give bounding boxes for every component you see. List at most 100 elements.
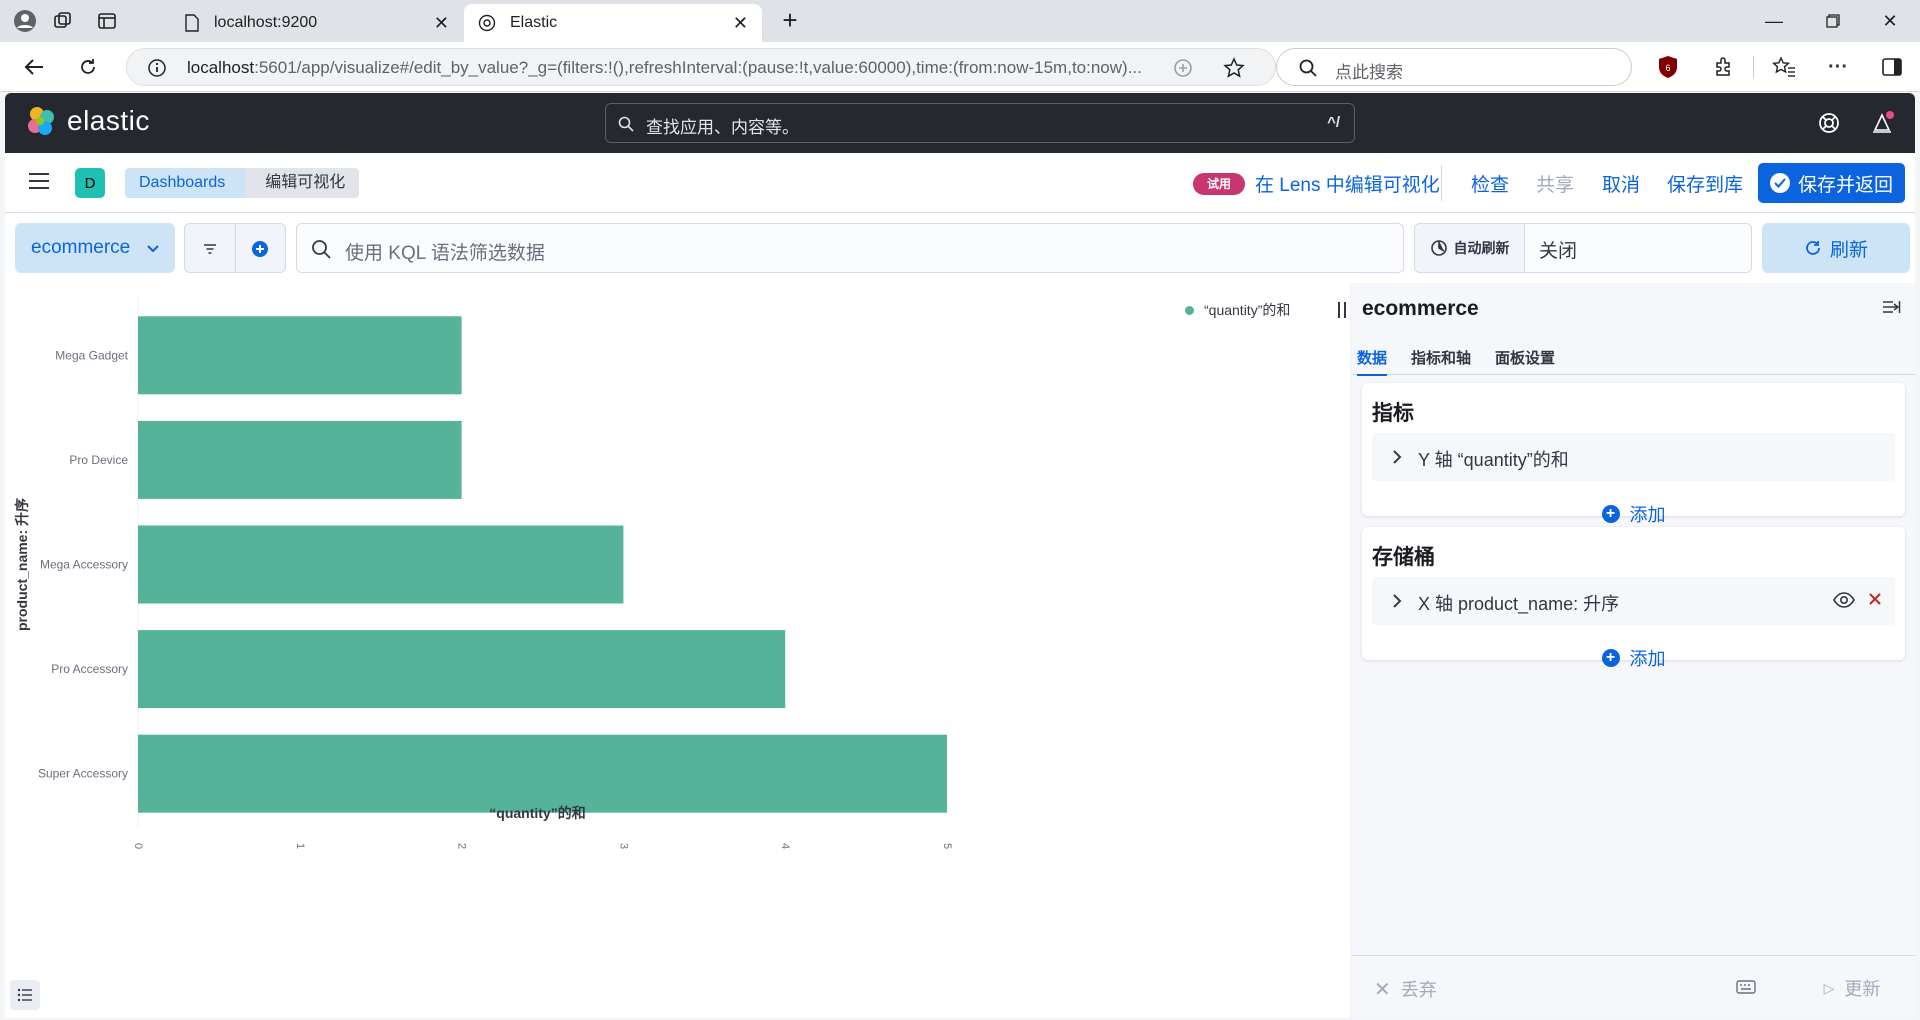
add-metric-button[interactable]: + 添加 <box>1362 501 1905 527</box>
remove-icon[interactable] <box>1867 591 1883 607</box>
resize-handle[interactable] <box>1338 302 1346 318</box>
refresh-icon <box>1806 241 1820 255</box>
save-to-library-link[interactable]: 保存到库 <box>1667 170 1743 197</box>
update-label: 更新 <box>1844 979 1881 999</box>
tab-panel-settings[interactable]: 面板设置 <box>1495 347 1555 374</box>
reload-icon[interactable] <box>70 50 106 84</box>
browser-tab-strip: localhost:9200 ✕ Elastic ✕ + — ✕ <box>0 0 1920 42</box>
breadcrumb-dashboards[interactable]: Dashboards <box>125 168 246 198</box>
close-window-icon[interactable]: ✕ <box>1860 0 1920 42</box>
y-tick-label: Pro Accessory <box>51 662 128 676</box>
play-icon: ▷ <box>1823 979 1835 996</box>
y-tick-label: Mega Gadget <box>55 348 128 362</box>
minimize-icon[interactable]: — <box>1744 0 1804 42</box>
data-view-picker[interactable]: ecommerce <box>15 223 175 273</box>
auto-refresh-control[interactable]: 自动刷新 关闭 <box>1414 223 1752 273</box>
translate-icon[interactable] <box>1173 58 1193 78</box>
bucket-label: X 轴 product_name: 升序 <box>1418 594 1620 614</box>
bar[interactable] <box>138 525 624 604</box>
filter-menu-icon[interactable] <box>198 237 222 261</box>
cancel-link[interactable]: 取消 <box>1602 170 1640 197</box>
favorite-star-icon[interactable] <box>1223 57 1245 79</box>
back-icon[interactable] <box>16 50 52 84</box>
tab-elastic[interactable]: Elastic ✕ <box>464 4 762 42</box>
tab-localhost-9200[interactable]: localhost:9200 ✕ <box>170 4 463 42</box>
add-filter-icon[interactable] <box>248 237 272 261</box>
kibana-header: elastic 查找应用、内容等。 ^/ <box>5 93 1915 153</box>
restore-icon[interactable] <box>1803 0 1863 42</box>
workspaces-icon[interactable] <box>48 6 78 36</box>
ublock-shield-icon[interactable]: 6 <box>1654 53 1682 81</box>
close-tab-icon[interactable]: ✕ <box>733 13 748 34</box>
keyboard-icon[interactable] <box>1736 980 1756 994</box>
update-button[interactable]: ▷ 更新 <box>1802 968 1902 1008</box>
elastic-logo[interactable]: elastic <box>25 105 150 137</box>
site-info-icon[interactable] <box>147 58 167 78</box>
bucket-x-axis-row[interactable]: X 轴 product_name: 升序 <box>1372 577 1895 625</box>
auto-refresh-value: 关闭 <box>1539 241 1578 262</box>
x-tick-label: 4 <box>779 843 791 849</box>
new-tab-button[interactable]: + <box>772 6 808 36</box>
auto-refresh-toggle[interactable]: 自动刷新 <box>1415 224 1525 272</box>
hamburger-menu-icon[interactable] <box>27 171 53 195</box>
tab-metrics-and-axes[interactable]: 指标和轴 <box>1411 347 1471 374</box>
keyboard-shortcut: ^/ <box>1327 114 1340 131</box>
search-icon <box>1299 59 1317 77</box>
search-placeholder: 点此搜索 <box>1335 63 1403 82</box>
space-avatar[interactable]: D <box>75 168 105 198</box>
bar[interactable] <box>138 630 786 709</box>
collapse-sidebar-icon[interactable] <box>1881 299 1901 315</box>
chevron-right-icon[interactable] <box>1390 449 1404 465</box>
help-icon[interactable] <box>1815 109 1843 137</box>
refresh-button[interactable]: 刷新 <box>1762 223 1910 273</box>
elastic-cluster-icon <box>28 107 54 135</box>
tab-data[interactable]: 数据 <box>1357 347 1388 376</box>
browser-search-input[interactable]: 点此搜索 <box>1276 48 1632 86</box>
inspect-link[interactable]: 检查 <box>1471 170 1509 197</box>
metrics-card: 指标 Y 轴 “quantity”的和 + 添加 <box>1362 383 1905 525</box>
metrics-title: 指标 <box>1372 402 1414 425</box>
add-label: 添加 <box>1629 505 1666 525</box>
y-tick-label: Super Accessory <box>38 767 128 781</box>
auto-refresh-icon <box>1430 240 1447 256</box>
save-and-return-button[interactable]: 保存并返回 <box>1758 163 1905 203</box>
breadcrumb-edit-visualization: 编辑可视化 <box>245 168 360 198</box>
share-link[interactable]: 共享 <box>1536 170 1574 197</box>
eye-icon[interactable] <box>1833 591 1855 609</box>
sidebar-toggle-icon[interactable] <box>1878 53 1906 81</box>
editor-tabs: 数据 指标和轴 面板设置 <box>1352 343 1915 376</box>
breadcrumb: Dashboards 编辑可视化 <box>125 168 360 198</box>
list-icon[interactable] <box>10 980 40 1010</box>
metric-y-axis-row[interactable]: Y 轴 “quantity”的和 <box>1372 433 1895 481</box>
kql-query-input[interactable]: 使用 KQL 语法筛选数据 <box>296 223 1404 273</box>
close-tab-icon[interactable]: ✕ <box>434 13 449 34</box>
visualization-editor: ecommerce 数据 指标和轴 面板设置 指标 Y 轴 “quantity”… <box>1352 283 1915 1018</box>
brand-name: elastic <box>67 105 150 136</box>
news-feed-icon[interactable] <box>1869 109 1897 137</box>
url-input[interactable]: localhost:5601/app/visualize#/edit_by_va… <box>126 48 1276 86</box>
divider <box>235 224 236 272</box>
extensions-icon[interactable] <box>1710 53 1738 81</box>
favorites-icon[interactable] <box>1770 53 1798 81</box>
vertical-tabs-icon[interactable] <box>92 6 122 36</box>
profile-icon[interactable] <box>10 6 40 36</box>
bar[interactable] <box>138 316 462 395</box>
more-menu-icon[interactable]: ··· <box>1824 53 1852 81</box>
search-icon <box>618 116 634 132</box>
url-text: localhost:5601/app/visualize#/edit_by_va… <box>187 58 1197 78</box>
bar[interactable] <box>138 420 462 499</box>
edit-in-lens-link[interactable]: 在 Lens 中编辑可视化 <box>1255 170 1440 197</box>
plus-icon: + <box>1601 649 1620 667</box>
global-search-input[interactable]: 查找应用、内容等。 ^/ <box>605 103 1355 143</box>
page-icon <box>185 14 199 32</box>
discard-button[interactable]: ✕ 丢弃 <box>1374 976 1437 1002</box>
y-tick-label: Pro Device <box>69 453 128 467</box>
bar[interactable] <box>138 734 947 813</box>
search-icon <box>312 240 331 259</box>
toolbar-divider <box>1441 165 1442 201</box>
chevron-right-icon[interactable] <box>1390 593 1404 609</box>
chart-legend[interactable]: “quantity”的和 <box>1185 300 1290 320</box>
add-label: 添加 <box>1629 649 1666 669</box>
add-bucket-button[interactable]: + 添加 <box>1362 645 1905 671</box>
url-host: localhost <box>187 58 255 77</box>
